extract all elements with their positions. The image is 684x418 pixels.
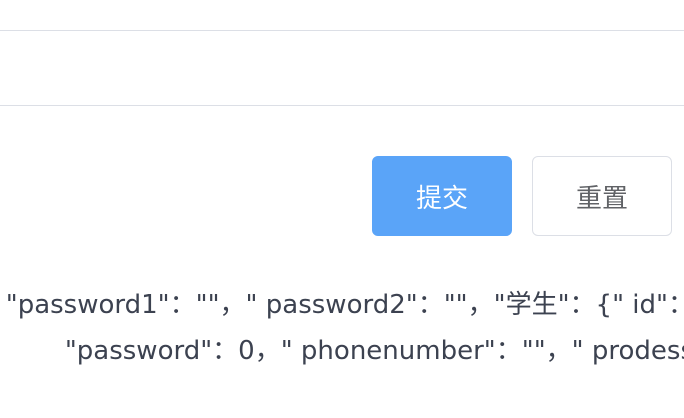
submit-button-label: 提交 <box>415 183 468 214</box>
reset-button-label: 重置 <box>575 183 628 214</box>
form-input-row[interactable] <box>0 30 684 106</box>
json-output: "password1"：""，" password2"：""，"学生"：{" i… <box>0 282 684 382</box>
reset-button[interactable]: 重置 <box>532 156 672 236</box>
submit-button[interactable]: 提交 <box>372 156 512 236</box>
json-output-line: "password1"：""，" password2"：""，"学生"：{" i… <box>5 290 684 320</box>
json-output-line: "password"：0，" phonenumber"：""，" prodess <box>64 336 684 366</box>
